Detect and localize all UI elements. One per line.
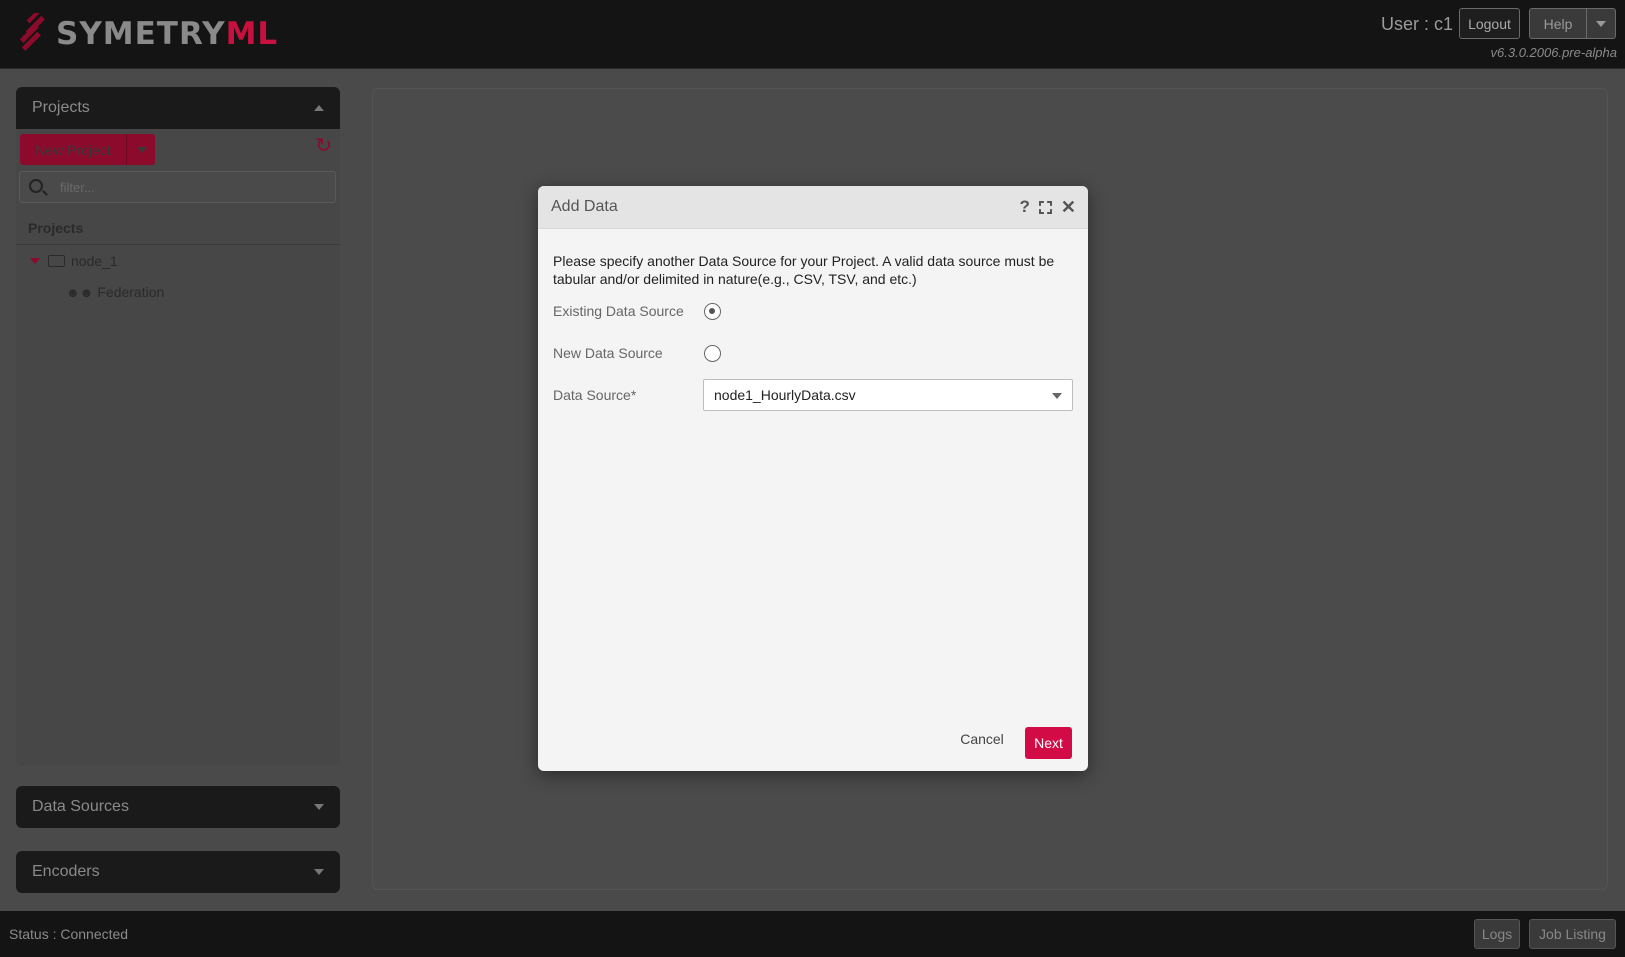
- logo-accent-text: ML: [225, 16, 279, 52]
- dialog-header-icons: ? ✕: [1020, 197, 1076, 217]
- next-button[interactable]: Next: [1025, 727, 1072, 759]
- chevron-down-icon: [314, 869, 324, 875]
- projects-panel-title: Projects: [32, 99, 90, 116]
- new-project-dropdown-button[interactable]: [126, 134, 155, 165]
- dialog-description: Please specify another Data Source for y…: [553, 253, 1055, 287]
- filter-input[interactable]: filter...: [19, 171, 336, 203]
- version-label: v6.3.0.2006.pre-alpha: [1490, 45, 1617, 60]
- existing-data-source-radio[interactable]: [704, 303, 721, 320]
- app-logo: SYMETRYML: [16, 12, 278, 56]
- maximize-icon[interactable]: [1038, 200, 1052, 214]
- status-bar: Status : Connected Logs Job Listing: [0, 911, 1625, 957]
- close-icon[interactable]: ✕: [1061, 198, 1076, 216]
- data-source-select[interactable]: node1_HourlyData.csv: [703, 379, 1073, 411]
- tree-item-node-1[interactable]: node_1: [16, 246, 340, 276]
- data-source-value: node1_HourlyData.csv: [714, 387, 856, 403]
- chevron-down-icon: [1596, 20, 1606, 27]
- projects-panel-header[interactable]: Projects: [16, 87, 340, 129]
- logo-wordmark: SYMETRYML: [56, 16, 278, 52]
- search-icon: [29, 179, 43, 193]
- help-icon[interactable]: ?: [1020, 197, 1030, 217]
- tree-item-label: Federation: [97, 284, 165, 300]
- new-data-source-radio[interactable]: [704, 345, 721, 362]
- logo-mark-icon: [19, 13, 45, 51]
- data-sources-panel-header[interactable]: Data Sources: [16, 786, 340, 828]
- help-button[interactable]: Help: [1529, 8, 1586, 39]
- chevron-down-icon: [1052, 393, 1062, 399]
- help-dropdown-button[interactable]: [1586, 8, 1616, 39]
- expand-caret-icon[interactable]: [30, 258, 40, 264]
- chevron-up-icon: [314, 105, 324, 111]
- existing-data-source-label: Existing Data Source: [553, 303, 684, 319]
- encoders-panel-title: Encoders: [32, 863, 100, 880]
- tree-item-label: node_1: [71, 253, 118, 269]
- add-data-dialog: Add Data ? ✕ Please specify another Data…: [538, 186, 1088, 771]
- tree-item-federation[interactable]: ☻☻ Federation: [16, 277, 340, 307]
- projects-panel-body: New Project ↻ filter... Projects node_1 …: [16, 129, 340, 766]
- logs-button[interactable]: Logs: [1474, 919, 1520, 949]
- status-text: Status : Connected: [9, 926, 129, 942]
- data-sources-panel-title: Data Sources: [32, 798, 129, 815]
- data-source-label: Data Source*: [553, 387, 637, 403]
- new-project-button[interactable]: New Project: [20, 134, 126, 165]
- cancel-button[interactable]: Cancel: [956, 727, 1008, 751]
- app-header: SYMETRYML User : c1 Logout Help v6.3.0.2…: [0, 0, 1625, 69]
- users-group-icon: ☻☻: [66, 284, 94, 300]
- dialog-title: Add Data: [551, 198, 618, 215]
- logout-button[interactable]: Logout: [1459, 8, 1520, 39]
- refresh-icon[interactable]: ↻: [315, 133, 332, 158]
- user-label: User : c1: [1380, 14, 1453, 34]
- job-listing-button[interactable]: Job Listing: [1529, 919, 1616, 949]
- new-data-source-label: New Data Source: [553, 345, 663, 361]
- encoders-panel-header[interactable]: Encoders: [16, 851, 340, 893]
- folder-icon: [48, 255, 65, 267]
- chevron-down-icon: [314, 804, 324, 810]
- projects-tree-header: Projects: [16, 211, 340, 245]
- logo-main-text: SYMETRY: [56, 16, 226, 52]
- dialog-header: Add Data ? ✕: [538, 186, 1088, 229]
